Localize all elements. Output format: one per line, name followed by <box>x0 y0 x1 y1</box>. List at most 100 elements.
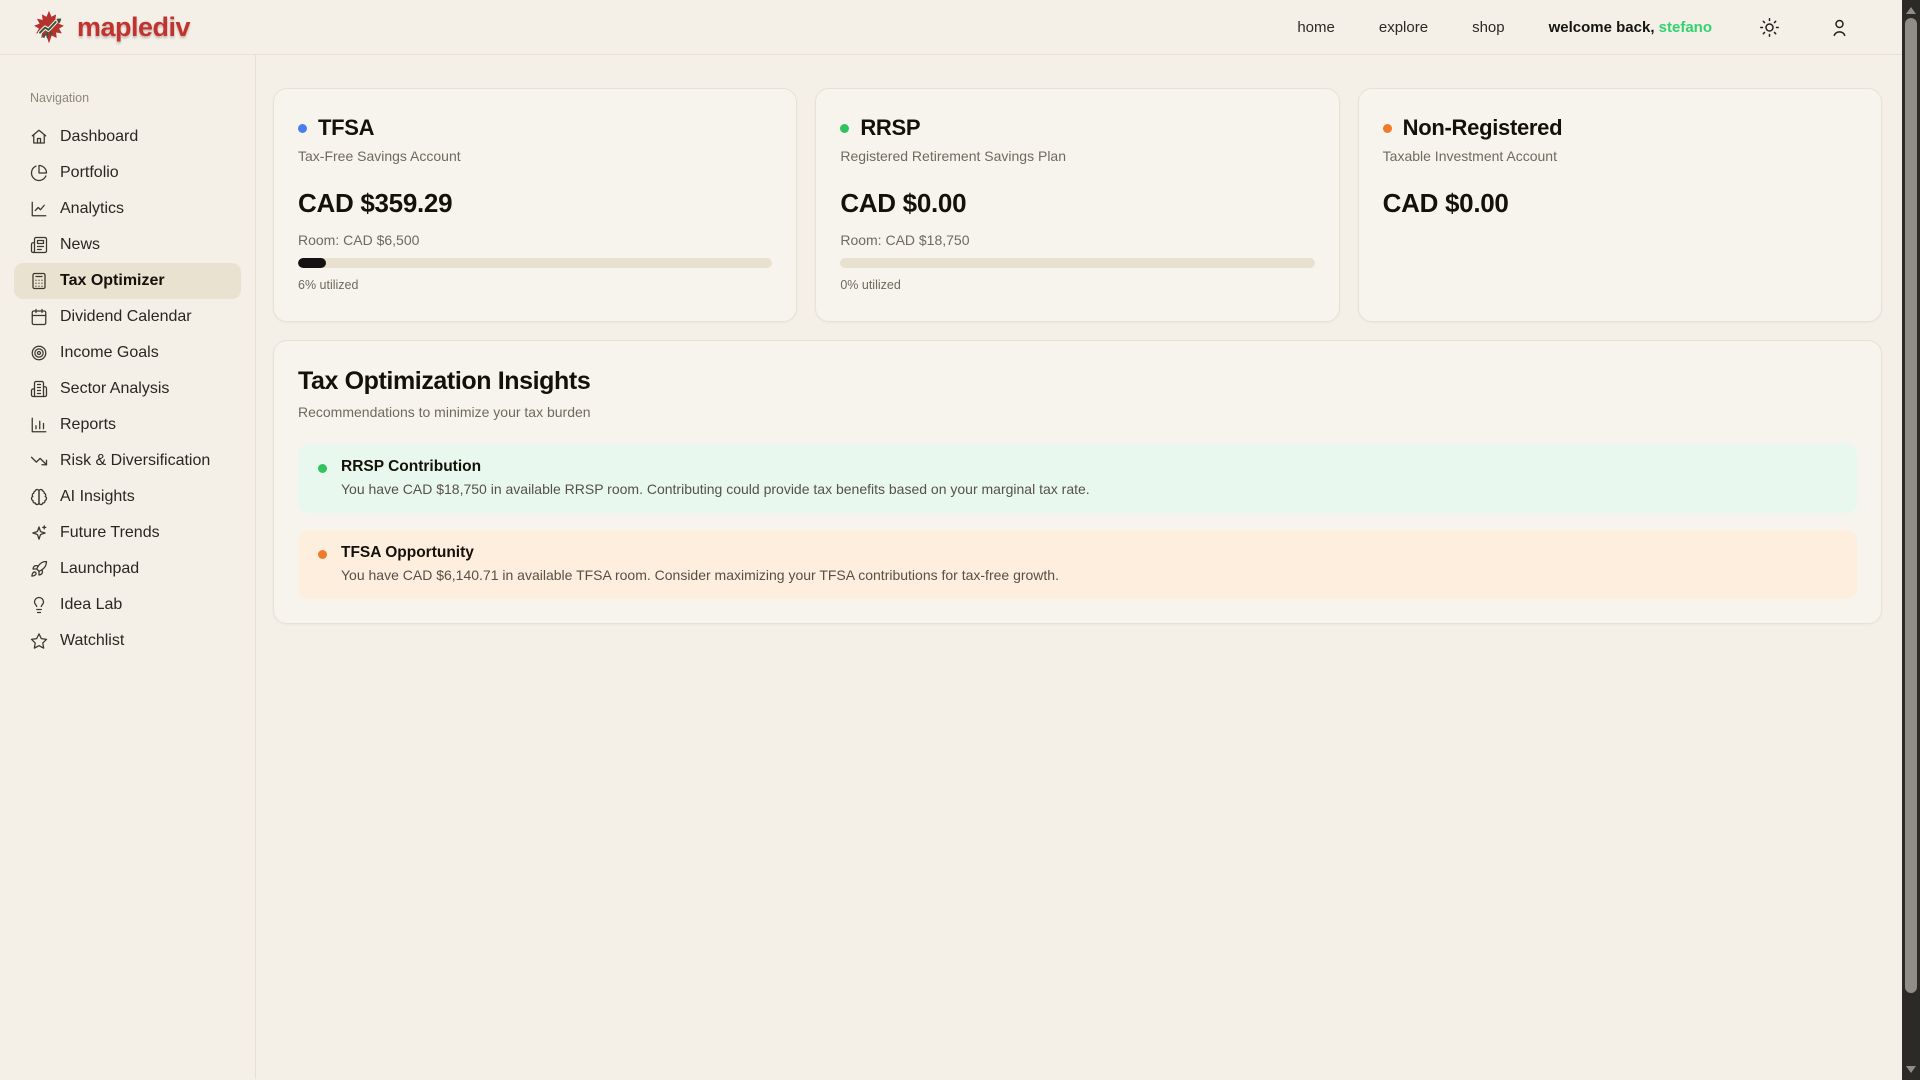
account-name: RRSP <box>860 115 920 141</box>
utilization-progress-fill <box>298 258 326 268</box>
sidebar-item-future-trends[interactable]: Future Trends <box>14 515 241 551</box>
sidebar-item-dividend-calendar[interactable]: Dividend Calendar <box>14 299 241 335</box>
utilization-label: 0% utilized <box>840 278 1314 292</box>
sidebar-item-label: News <box>60 236 100 254</box>
account-room: Room: CAD $18,750 <box>840 232 1314 248</box>
nav-link-explore[interactable]: explore <box>1379 19 1428 36</box>
account-status-dot <box>1383 124 1392 133</box>
insight-card-rrsp-contribution: RRSP Contribution You have CAD $18,750 i… <box>298 444 1857 513</box>
sidebar-item-portfolio[interactable]: Portfolio <box>14 155 241 191</box>
account-room: Room: CAD $6,500 <box>298 232 772 248</box>
sidebar-item-dashboard[interactable]: Dashboard <box>14 119 241 155</box>
sidebar-item-label: AI Insights <box>60 488 135 506</box>
target-icon <box>30 344 48 362</box>
sidebar-item-launchpad[interactable]: Launchpad <box>14 551 241 587</box>
sidebar-section-label: Navigation <box>30 91 241 105</box>
sun-icon <box>1759 17 1780 38</box>
account-status-dot <box>840 124 849 133</box>
newspaper-icon <box>30 236 48 254</box>
insights-subtitle: Recommendations to minimize your tax bur… <box>298 404 1857 420</box>
insight-description: You have CAD $6,140.71 in available TFSA… <box>341 567 1059 583</box>
account-cards-row: TFSA Tax-Free Savings Account CAD $359.2… <box>273 88 1882 322</box>
sidebar-item-label: Dashboard <box>60 128 138 146</box>
account-name: TFSA <box>318 115 374 141</box>
insight-card-tfsa-opportunity: TFSA Opportunity You have CAD $6,140.71 … <box>298 530 1857 599</box>
nav-link-home[interactable]: home <box>1297 19 1335 36</box>
pie-chart-icon <box>30 164 48 182</box>
welcome-prefix: welcome back, <box>1549 19 1655 36</box>
account-subtitle: Registered Retirement Savings Plan <box>840 148 1314 164</box>
sidebar-item-label: Income Goals <box>60 344 159 362</box>
sidebar-item-idea-lab[interactable]: Idea Lab <box>14 587 241 623</box>
utilization-label: 6% utilized <box>298 278 772 292</box>
line-chart-icon <box>30 200 48 218</box>
account-card-tfsa: TFSA Tax-Free Savings Account CAD $359.2… <box>273 88 797 322</box>
main-content: TFSA Tax-Free Savings Account CAD $359.2… <box>256 55 1902 1079</box>
app-window: maplediv home explore shop welcome back,… <box>0 0 1902 1080</box>
maple-leaf-chart-icon <box>30 9 68 45</box>
sidebar-item-label: Launchpad <box>60 560 139 578</box>
building-icon <box>30 380 48 398</box>
account-status-dot <box>298 124 307 133</box>
scrollbar-thumb[interactable] <box>1905 18 1917 993</box>
sidebar-item-tax-optimizer[interactable]: Tax Optimizer <box>14 263 241 299</box>
lightbulb-icon <box>30 596 48 614</box>
insight-title: RRSP Contribution <box>341 458 1090 476</box>
account-name: Non-Registered <box>1403 115 1563 141</box>
sidebar-item-label: Reports <box>60 416 116 434</box>
sidebar-item-label: Idea Lab <box>60 596 122 614</box>
sidebar-item-watchlist[interactable]: Watchlist <box>14 623 241 659</box>
account-balance: CAD $0.00 <box>840 188 1314 219</box>
brand-logo[interactable]: maplediv <box>30 9 190 45</box>
sidebar-item-label: Portfolio <box>60 164 119 182</box>
top-nav-links: home explore shop welcome back, stefano <box>1297 14 1852 40</box>
account-balance: CAD $359.29 <box>298 188 772 219</box>
home-icon <box>30 128 48 146</box>
trending-down-icon <box>30 452 48 470</box>
sidebar-item-label: Future Trends <box>60 524 160 542</box>
sparkles-icon <box>30 524 48 542</box>
tax-insights-panel: Tax Optimization Insights Recommendation… <box>273 340 1882 624</box>
sidebar-item-label: Risk & Diversification <box>60 452 210 470</box>
account-card-rrsp: RRSP Registered Retirement Savings Plan … <box>815 88 1339 322</box>
account-card-non-registered: Non-Registered Taxable Investment Accoun… <box>1358 88 1882 322</box>
account-subtitle: Taxable Investment Account <box>1383 148 1857 164</box>
insights-title: Tax Optimization Insights <box>298 367 1857 396</box>
sidebar-item-income-goals[interactable]: Income Goals <box>14 335 241 371</box>
user-icon <box>1829 17 1850 38</box>
sidebar-item-label: Dividend Calendar <box>60 308 192 326</box>
theme-toggle-button[interactable] <box>1756 14 1782 40</box>
insight-description: You have CAD $18,750 in available RRSP r… <box>341 481 1090 497</box>
utilization-progress-bar <box>298 258 772 268</box>
insight-status-dot <box>318 464 327 473</box>
brain-icon <box>30 488 48 506</box>
insight-status-dot <box>318 550 327 559</box>
utilization-progress-bar <box>840 258 1314 268</box>
scrollbar[interactable] <box>1902 0 1920 1080</box>
sidebar-item-label: Analytics <box>60 200 124 218</box>
top-navbar: maplediv home explore shop welcome back,… <box>0 0 1902 55</box>
sidebar-item-label: Tax Optimizer <box>60 272 165 290</box>
rocket-icon <box>30 560 48 578</box>
calculator-icon <box>30 272 48 290</box>
sidebar-item-ai-insights[interactable]: AI Insights <box>14 479 241 515</box>
welcome-message: welcome back, stefano <box>1549 19 1712 36</box>
account-balance: CAD $0.00 <box>1383 188 1857 219</box>
calendar-icon <box>30 308 48 326</box>
sidebar-item-label: Watchlist <box>60 632 124 650</box>
account-subtitle: Tax-Free Savings Account <box>298 148 772 164</box>
nav-link-shop[interactable]: shop <box>1472 19 1505 36</box>
scroll-down-arrow-icon[interactable] <box>1906 1066 1916 1073</box>
username: stefano <box>1659 19 1712 36</box>
sidebar-item-sector-analysis[interactable]: Sector Analysis <box>14 371 241 407</box>
bar-chart-icon <box>30 416 48 434</box>
sidebar-item-risk-diversification[interactable]: Risk & Diversification <box>14 443 241 479</box>
sidebar-item-news[interactable]: News <box>14 227 241 263</box>
sidebar-item-analytics[interactable]: Analytics <box>14 191 241 227</box>
scroll-up-arrow-icon[interactable] <box>1906 7 1916 14</box>
sidebar-item-label: Sector Analysis <box>60 380 169 398</box>
insight-title: TFSA Opportunity <box>341 544 1059 562</box>
account-button[interactable] <box>1826 14 1852 40</box>
sidebar-item-reports[interactable]: Reports <box>14 407 241 443</box>
brand-name: maplediv <box>77 12 190 43</box>
